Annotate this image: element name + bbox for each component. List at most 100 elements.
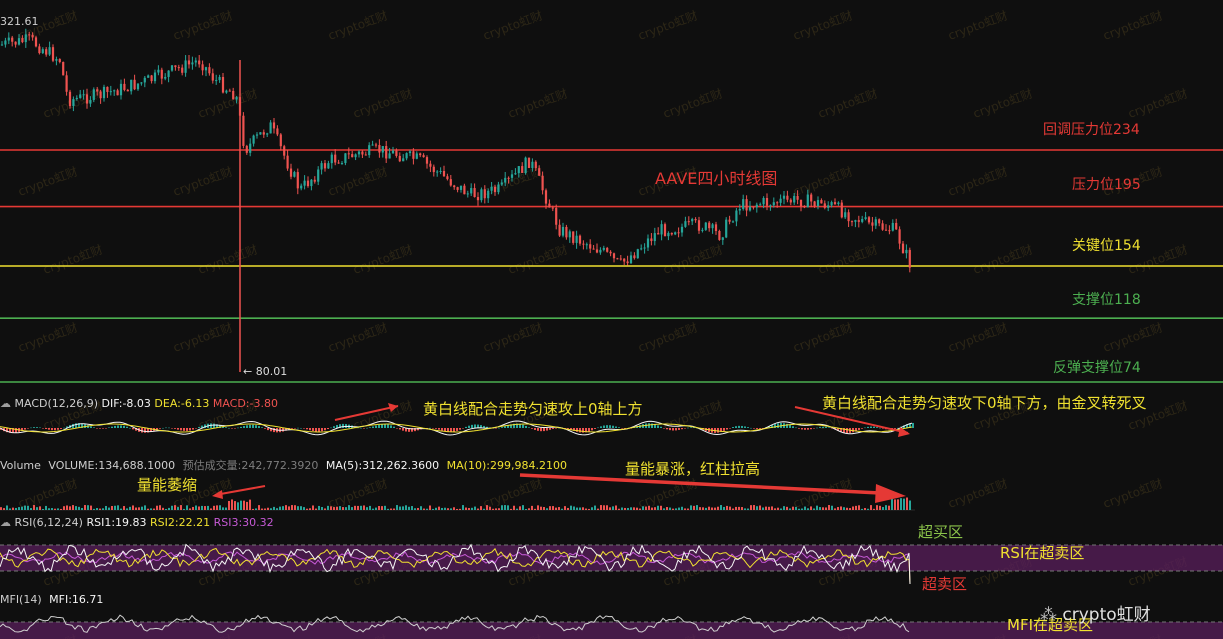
volume-bar [453, 507, 455, 510]
volume-bar [870, 505, 872, 510]
macd-bar [117, 425, 119, 428]
candle-body [82, 94, 85, 96]
candle-body [548, 203, 551, 208]
volume-bar [189, 508, 191, 510]
candle-body [789, 199, 792, 203]
macd-bar [99, 428, 101, 429]
candle-body [602, 247, 605, 250]
candle-body [432, 166, 435, 173]
candle-body [446, 176, 449, 180]
volume-bar [186, 505, 188, 510]
candle-body [96, 89, 99, 92]
candle-body [871, 222, 874, 226]
volume-bar [762, 507, 764, 510]
volume-bar [597, 508, 599, 510]
volume-bar [567, 507, 569, 510]
volume-bar [525, 508, 527, 510]
candle-body [827, 205, 830, 208]
candle-body [595, 249, 599, 253]
volume-bar [342, 507, 344, 510]
volume-bar [669, 507, 671, 510]
macd-bar [588, 428, 590, 432]
volume-bar [426, 508, 428, 510]
candle-body [779, 198, 782, 203]
volume-bar [285, 505, 287, 510]
macd-bar [675, 428, 677, 431]
volume-bar [360, 505, 362, 510]
volume-bar [435, 507, 437, 510]
candle-body [347, 153, 350, 155]
macd-bar [681, 428, 683, 430]
candle-body [738, 208, 741, 211]
candle-body [55, 59, 58, 61]
volume-bar [6, 505, 8, 510]
macd-bar [105, 428, 107, 429]
macd-bar [453, 428, 455, 432]
candle-body [218, 77, 221, 81]
candle-body [878, 219, 881, 224]
volume-bar [288, 506, 290, 510]
volume-bar [477, 508, 479, 510]
candle-body [708, 222, 711, 229]
candle-body [398, 155, 401, 162]
volume-bar [246, 501, 248, 510]
volume-bar [777, 507, 779, 510]
candle-body [116, 90, 119, 96]
candle-body [337, 162, 340, 164]
volume-bar [414, 508, 416, 510]
volume-bar [576, 507, 578, 510]
volume-bar [276, 508, 278, 510]
volume-bar [54, 508, 56, 510]
volume-bar [702, 507, 704, 510]
volume-bar [315, 508, 317, 510]
candle-body [500, 182, 503, 185]
volume-bar [207, 505, 209, 510]
macd-bar [396, 428, 398, 429]
volume-bar [300, 506, 302, 510]
candle-body [687, 221, 690, 223]
volume-bar [906, 497, 908, 510]
macd-bar [648, 423, 650, 428]
macd-dea: DEA:-6.13 [154, 397, 210, 410]
macd-bar [798, 428, 800, 429]
candle-body [765, 197, 769, 206]
macd-bar [225, 427, 227, 428]
macd-bar [750, 427, 752, 429]
candle-body [534, 161, 537, 169]
chart-title: AAVE四小时线图 [655, 169, 778, 188]
rsi-settings-icon[interactable]: ☁ [0, 516, 11, 529]
rsi-name: RSI(6,12,24) [14, 516, 83, 529]
candle-body [388, 153, 391, 159]
candle-body [300, 185, 303, 189]
volume-bar [687, 508, 689, 510]
volume-bar [789, 508, 791, 510]
volume-bar [255, 508, 257, 510]
macd-bar [159, 428, 161, 429]
volume-bar [714, 507, 716, 510]
macd-bar [459, 428, 461, 430]
volume-bar [411, 506, 413, 510]
candle-body [901, 243, 905, 254]
candle-body [415, 153, 418, 159]
macd-bar [777, 423, 779, 428]
candle-body [17, 38, 21, 45]
macd-bar [243, 426, 245, 428]
candle-body [905, 249, 908, 254]
macd-bar [33, 427, 35, 428]
candle-body [861, 218, 864, 222]
macd-bar [381, 424, 383, 428]
macd-bar [600, 426, 602, 428]
volume-bar [537, 505, 539, 510]
macd-bar [435, 428, 437, 429]
macd-bar [789, 424, 791, 428]
macd-bar [441, 428, 443, 431]
candle-body [269, 122, 272, 134]
candle-body [456, 187, 459, 190]
volume-bar [483, 508, 485, 510]
macd-bar [525, 425, 527, 428]
macd-settings-icon[interactable]: ☁ [0, 397, 11, 410]
volume-bar [711, 507, 713, 510]
macd-bar [258, 426, 260, 428]
volume-bar [501, 505, 503, 510]
level-label-118: 支撑位118 [1072, 292, 1141, 308]
